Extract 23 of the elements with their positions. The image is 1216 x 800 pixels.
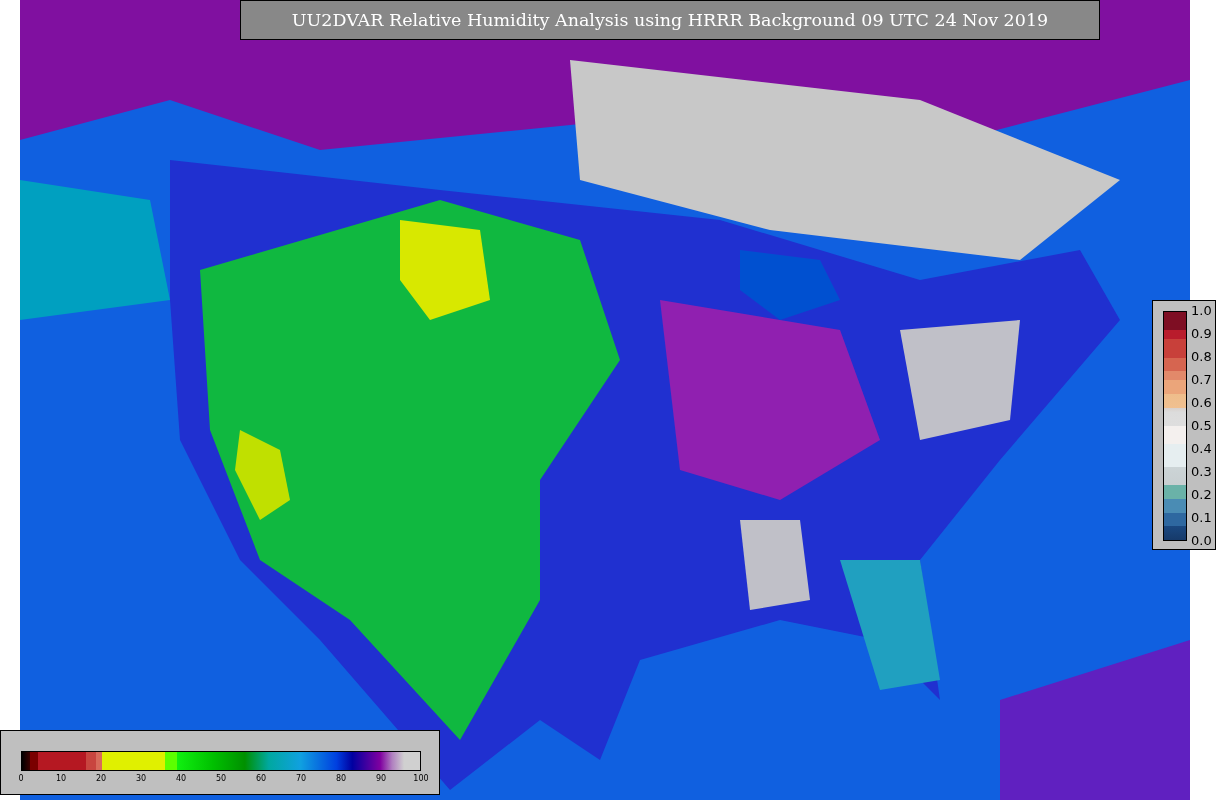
tick-label: 100	[413, 773, 429, 785]
tick-label: 60	[255, 773, 267, 785]
tick-label: 0.1	[1191, 511, 1212, 525]
tick-label: 0.8	[1191, 350, 1212, 364]
tick-label: 50	[215, 773, 227, 785]
tick-label: 0.7	[1191, 373, 1212, 387]
tick-label: 0.4	[1191, 442, 1212, 456]
tick-label: 70	[295, 773, 307, 785]
tick-label: 0.5	[1191, 419, 1212, 433]
tick-label: 1.0	[1191, 304, 1212, 318]
tick-label: 0.2	[1191, 488, 1212, 502]
tick-label: 40	[175, 773, 187, 785]
tick-label: 0.9	[1191, 327, 1212, 341]
map-title: UU2DVAR Relative Humidity Analysis using HRRR Background 09 UTC 24 Nov 2019	[240, 0, 1100, 40]
tick-label: 30	[135, 773, 147, 785]
tick-label: 0.0	[1191, 534, 1212, 548]
tick-label: 0.3	[1191, 465, 1212, 479]
tick-label: 80	[335, 773, 347, 785]
tick-label: 20	[95, 773, 107, 785]
tick-label: 90	[375, 773, 387, 785]
tick-label: 0	[18, 773, 24, 785]
tick-label: 10	[55, 773, 67, 785]
tick-label: 0.6	[1191, 396, 1212, 410]
